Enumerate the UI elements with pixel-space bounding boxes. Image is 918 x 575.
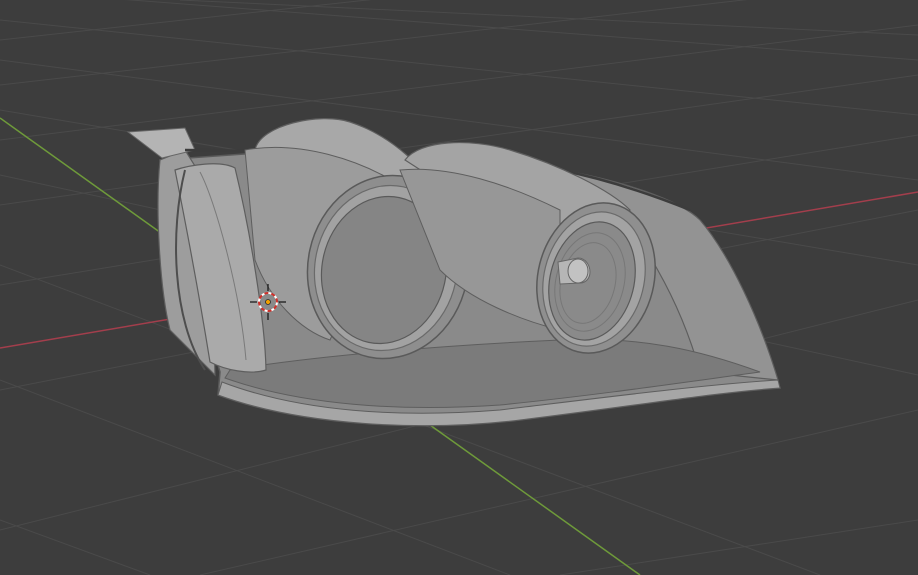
object-origin-icon [265, 299, 271, 305]
headlight-mesh[interactable] [126, 118, 782, 427]
viewport-canvas[interactable] [0, 0, 918, 575]
3d-viewport[interactable] [0, 0, 918, 575]
